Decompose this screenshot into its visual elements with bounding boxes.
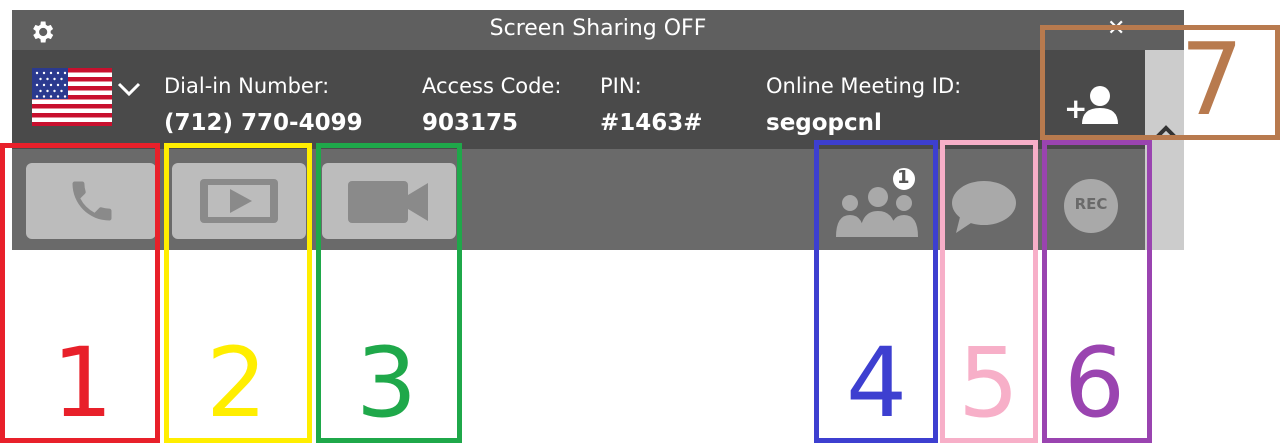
annotation-number-5: 5 [958,327,1020,439]
annotation-number-3: 3 [356,327,418,439]
pin-value: #1463# [600,110,703,136]
annotation-number-4: 4 [846,327,908,439]
annotation-number-2: 2 [206,327,268,439]
meeting-info-bar: Dial-in Number: (712) 770-4099 Access Co… [12,50,1145,149]
pin-label: PIN: [600,74,642,98]
access-code-value: 903175 [422,110,519,136]
annotation-number-7: 7 [1180,21,1244,138]
meeting-id-value: segopcnl [766,110,882,136]
dial-in-label: Dial-in Number: [164,74,330,98]
chevron-down-icon[interactable] [117,80,141,100]
annotation-number-6: 6 [1064,327,1126,439]
meeting-id-label: Online Meeting ID: [766,74,962,98]
access-code-label: Access Code: [422,74,562,98]
title-bar: Screen Sharing OFF — ✕ [12,10,1184,50]
us-flag-icon[interactable] [32,68,112,126]
window-title: Screen Sharing OFF [489,16,707,41]
dial-in-number: (712) 770-4099 [164,110,363,136]
annotation-box-7 [1040,25,1280,140]
annotation-number-1: 1 [52,327,114,439]
